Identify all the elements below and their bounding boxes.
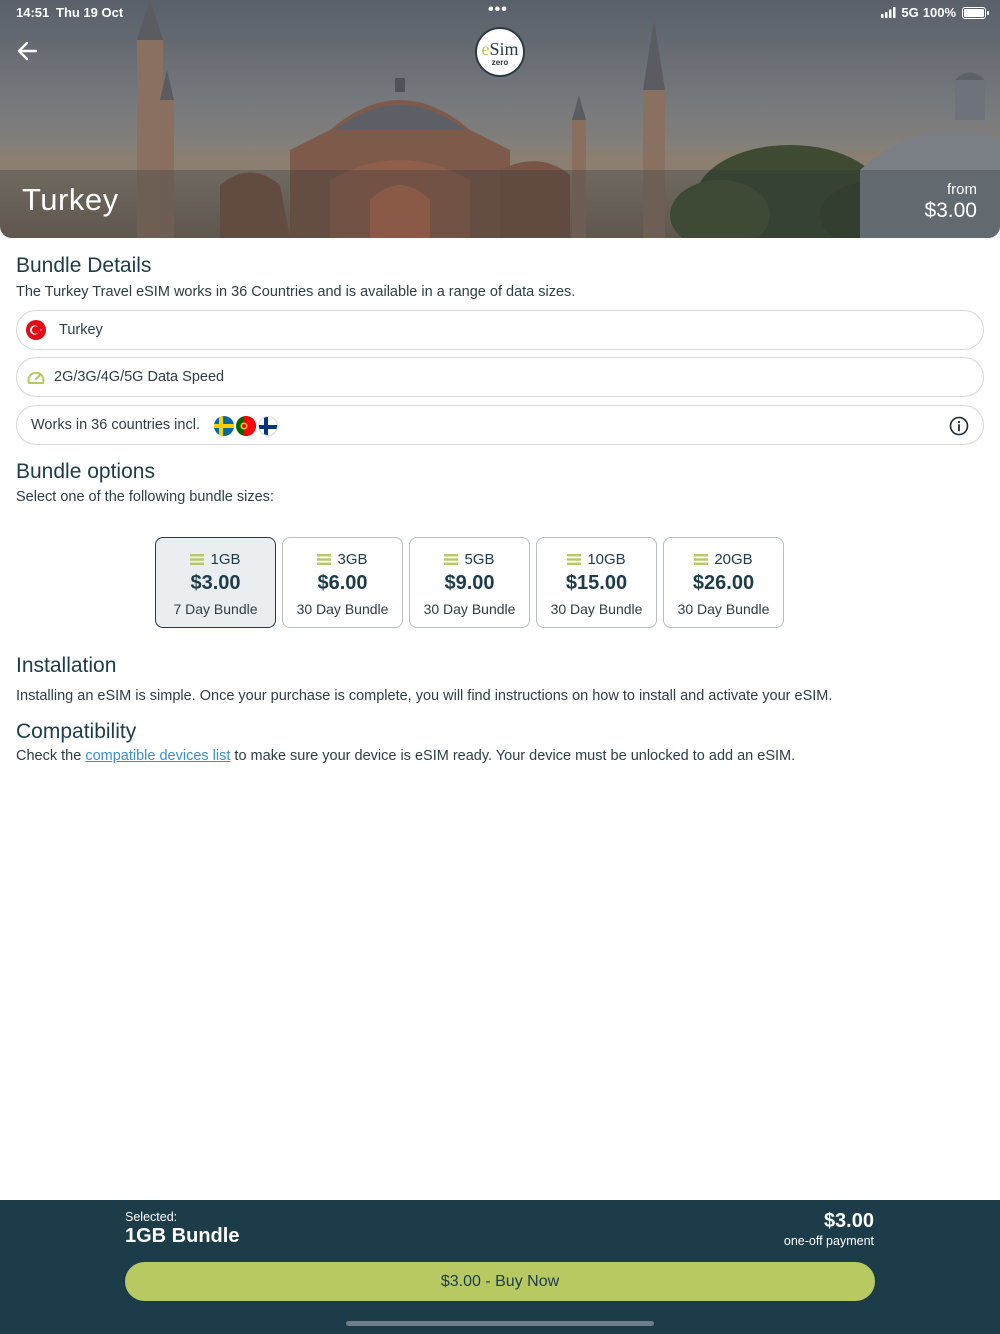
status-right: 5G 100% — [881, 5, 989, 20]
bundle-size: 10GB — [587, 551, 626, 568]
bundle-size: 20GB — [714, 551, 753, 568]
battery-percent: 100% — [922, 5, 956, 20]
bundle-details-title: Bundle Details — [16, 254, 152, 277]
bundle-duration: 7 Day Bundle — [173, 601, 258, 617]
esim-zero-logo: eSim zero — [475, 27, 525, 77]
bundle-options-title: Bundle options — [16, 460, 155, 483]
bundle-option-5gb[interactable]: 5GB $9.00 30 Day Bundle — [409, 537, 530, 628]
from-label: from — [947, 181, 977, 198]
compatibility-text: Check the compatible devices list to mak… — [16, 748, 795, 764]
data-stack-icon — [444, 554, 459, 565]
buy-now-button[interactable]: $3.00 - Buy Now — [125, 1262, 875, 1301]
bundle-price: $15.00 — [565, 572, 628, 594]
signal-icon — [881, 7, 896, 18]
battery-icon — [962, 6, 989, 19]
speedometer-icon — [27, 371, 45, 384]
installation-text: Installing an eSIM is simple. Once your … — [16, 688, 833, 704]
bundle-option-20gb[interactable]: 20GB $26.00 30 Day Bundle — [663, 537, 784, 628]
info-icon[interactable] — [949, 416, 969, 436]
bundle-option-1gb[interactable]: 1GB $3.00 7 Day Bundle — [155, 537, 276, 628]
coverage-pill[interactable]: Works in 36 countries incl. — [16, 405, 984, 445]
data-stack-icon — [567, 554, 582, 565]
portugal-flag-icon — [236, 416, 256, 436]
selected-label: Selected: — [125, 1210, 178, 1224]
installation-title: Installation — [16, 654, 117, 677]
country-name: Turkey — [59, 322, 103, 338]
country-pill: Turkey — [16, 310, 984, 350]
speed-text: 2G/3G/4G/5G Data Speed — [54, 369, 225, 385]
bundle-options-list: 1GB $3.00 7 Day Bundle 3GB $6.00 30 Day … — [155, 537, 784, 628]
compatible-devices-link[interactable]: compatible devices list — [85, 748, 230, 764]
status-date: Thu 19 Oct — [56, 5, 124, 20]
bundle-duration: 30 Day Bundle — [296, 601, 389, 617]
data-stack-icon — [317, 554, 332, 565]
bundle-size: 3GB — [337, 551, 368, 568]
bundle-duration: 30 Day Bundle — [677, 601, 770, 617]
bundle-price: $6.00 — [317, 572, 368, 594]
compatibility-title: Compatibility — [16, 720, 137, 743]
bundle-duration: 30 Day Bundle — [423, 601, 516, 617]
finland-flag-icon — [258, 416, 278, 436]
checkout-footer: Selected: 1GB Bundle $3.00 one-off payme… — [0, 1200, 1000, 1334]
multitasking-dots-icon[interactable]: ••• — [488, 1, 508, 19]
hero-banner: 14:51 Thu 19 Oct ••• 5G 100% eSim zero T… — [0, 0, 1000, 238]
bundle-details-description: The Turkey Travel eSIM works in 36 Count… — [16, 284, 576, 300]
data-stack-icon — [190, 554, 205, 565]
back-button[interactable] — [14, 37, 42, 65]
selected-bundle-name: 1GB Bundle — [125, 1225, 240, 1247]
network-type: 5G — [901, 5, 919, 20]
bundle-size: 5GB — [464, 551, 495, 568]
bundle-options-subtitle: Select one of the following bundle sizes… — [16, 489, 274, 505]
from-price: $3.00 — [924, 199, 977, 222]
bundle-size: 1GB — [210, 551, 241, 568]
turkey-flag-icon — [26, 320, 46, 340]
bundle-option-3gb[interactable]: 3GB $6.00 30 Day Bundle — [282, 537, 403, 628]
bundle-duration: 30 Day Bundle — [550, 601, 643, 617]
bundle-price: $3.00 — [190, 572, 241, 594]
country-title: Turkey — [22, 182, 119, 217]
bundle-price: $9.00 — [444, 572, 495, 594]
bundle-price: $26.00 — [692, 572, 755, 594]
compatibility-text-before: Check the — [16, 748, 86, 764]
sweden-flag-icon — [214, 416, 234, 436]
status-time: 14:51 — [16, 5, 50, 20]
coverage-text: Works in 36 countries incl. — [31, 417, 200, 433]
compatibility-text-after: to make sure your device is eSIM ready. … — [230, 748, 796, 764]
status-bar: 14:51 Thu 19 Oct ••• 5G 100% — [0, 1, 1000, 22]
selected-price: $3.00 — [823, 1210, 874, 1232]
home-indicator[interactable] — [346, 1321, 654, 1326]
bundle-option-10gb[interactable]: 10GB $15.00 30 Day Bundle — [536, 537, 657, 628]
speed-pill: 2G/3G/4G/5G Data Speed — [16, 357, 984, 397]
data-stack-icon — [694, 554, 709, 565]
arrow-left-icon — [17, 41, 38, 61]
payment-note: one-off payment — [783, 1234, 874, 1248]
